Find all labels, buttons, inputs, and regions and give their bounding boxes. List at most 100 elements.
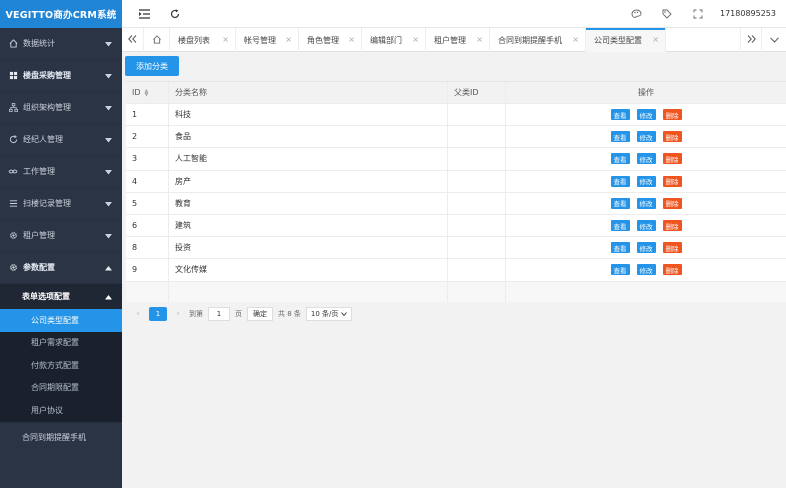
cell-actions: 查看 修改 删除: [506, 193, 786, 214]
sidebar-item-label: 租户管理: [23, 231, 55, 240]
edit-button[interactable]: 修改: [636, 109, 656, 121]
table-row: 2 食品 查看 修改 删除: [126, 126, 786, 149]
page-current[interactable]: 1: [149, 307, 167, 321]
link-icon: [8, 167, 18, 177]
sidebar-item-scan-records[interactable]: 扫楼记录管理: [0, 188, 122, 220]
sidebar-item-params[interactable]: 参数配置: [0, 252, 122, 284]
delete-button[interactable]: 删除: [662, 242, 682, 254]
sort-icon[interactable]: ▲ ▼: [145, 88, 149, 97]
chevron-up-icon: [105, 264, 112, 273]
sidebar-item-tenants[interactable]: 租户管理: [0, 220, 122, 252]
view-button[interactable]: 查看: [610, 264, 630, 276]
view-button[interactable]: 查看: [610, 131, 630, 143]
chevron-down-icon: [105, 72, 112, 81]
chevron-down-icon: [105, 40, 112, 49]
delete-button[interactable]: 删除: [662, 264, 682, 276]
user-account[interactable]: 17180895253: [720, 9, 776, 18]
sidebar-item-property-purchase[interactable]: 楼盘采购管理: [0, 60, 122, 92]
theme-icon[interactable]: [630, 8, 642, 20]
next-page-button[interactable]: ›: [172, 307, 184, 321]
sidebar-item-contract-reminder[interactable]: 合同到期提醒手机: [0, 421, 122, 452]
sidebar-subgroup-form-options[interactable]: 表单选项配置: [0, 284, 122, 309]
tab-label: 角色管理: [307, 35, 339, 45]
tab-roles[interactable]: 角色管理 ×: [299, 28, 362, 52]
sidebar-item-agents[interactable]: 经纪人管理: [0, 124, 122, 156]
prev-page-button[interactable]: ‹: [132, 307, 144, 321]
page-number-input[interactable]: 1: [208, 307, 230, 321]
goto-confirm-button[interactable]: 确定: [247, 307, 273, 321]
table-row: 8 投资 查看 修改 删除: [126, 237, 786, 260]
cell-actions: 查看 修改 删除: [506, 171, 786, 192]
close-icon[interactable]: ×: [348, 35, 355, 44]
tab-home[interactable]: [144, 28, 170, 52]
tab-tenants[interactable]: 租户管理 ×: [426, 28, 490, 52]
edit-button[interactable]: 修改: [636, 264, 656, 276]
tab-contract-reminder[interactable]: 合同到期提醒手机 ×: [490, 28, 586, 52]
cell-parent-id: [448, 104, 506, 126]
sidebar-subitem-user-agreement[interactable]: 用户协议: [0, 399, 122, 422]
cell-id: 5: [126, 192, 169, 214]
close-icon[interactable]: ×: [572, 35, 579, 44]
view-button[interactable]: 查看: [610, 109, 630, 121]
edit-button[interactable]: 修改: [636, 197, 656, 209]
view-button[interactable]: 查看: [610, 242, 630, 254]
tab-scroll-left-button[interactable]: [122, 28, 144, 52]
edit-button[interactable]: 修改: [636, 131, 656, 143]
refresh-icon[interactable]: [169, 8, 181, 20]
cell-id: 1: [126, 104, 169, 126]
close-icon[interactable]: ×: [412, 35, 419, 44]
gear-icon: [8, 231, 18, 241]
delete-button[interactable]: 删除: [662, 153, 682, 165]
sidebar-subitem-company-type[interactable]: 公司类型配置: [0, 309, 122, 332]
view-button[interactable]: 查看: [610, 197, 630, 209]
sidebar-item-org[interactable]: 组织架构管理: [0, 92, 122, 124]
edit-button[interactable]: 修改: [636, 220, 656, 232]
column-header-id[interactable]: ID ▲ ▼: [126, 82, 169, 103]
sidebar-subitem-tenant-demand[interactable]: 租户需求配置: [0, 331, 122, 354]
cell-name: 教育: [169, 192, 448, 214]
close-icon[interactable]: ×: [285, 35, 292, 44]
sidebar-item-work[interactable]: 工作管理: [0, 156, 122, 188]
close-icon[interactable]: ×: [476, 35, 483, 44]
fullscreen-icon[interactable]: [692, 8, 704, 20]
sitemap-icon: [8, 103, 18, 113]
add-category-button[interactable]: 添加分类: [125, 56, 179, 76]
sidebar-subitem-payment[interactable]: 付款方式配置: [0, 354, 122, 377]
close-icon[interactable]: ×: [652, 35, 659, 44]
table-row: 3 人工智能 查看 修改 删除: [126, 148, 786, 171]
tab-company-type[interactable]: 公司类型配置 ×: [586, 28, 666, 52]
gear-icon: [8, 263, 18, 273]
page-size-value: 10 条/页: [310, 310, 339, 318]
delete-button[interactable]: 删除: [662, 175, 682, 187]
page-size-select[interactable]: 10 条/页: [305, 307, 353, 321]
edit-button[interactable]: 修改: [636, 153, 656, 165]
view-button[interactable]: 查看: [610, 153, 630, 165]
cell-name: 房产: [169, 170, 448, 192]
close-icon[interactable]: ×: [222, 35, 229, 44]
tab-accounts[interactable]: 帐号管理 ×: [236, 28, 299, 52]
delete-button[interactable]: 删除: [662, 197, 682, 209]
sidebar-subitem-contract-term[interactable]: 合同期限配置: [0, 376, 122, 399]
sidebar-item-label: 工作管理: [23, 167, 55, 176]
cell-actions: 查看 修改 删除: [506, 104, 786, 125]
total-count: 共 8 条: [278, 310, 301, 318]
edit-button[interactable]: 修改: [636, 242, 656, 254]
menu-toggle-icon[interactable]: [138, 8, 150, 20]
delete-button[interactable]: 删除: [662, 220, 682, 232]
tab-menu-button[interactable]: [762, 28, 786, 52]
view-button[interactable]: 查看: [610, 175, 630, 187]
cell-parent-id: [448, 148, 506, 170]
sidebar-item-label: 楼盘采购管理: [23, 71, 71, 80]
chevron-down-icon: [105, 200, 112, 209]
column-header-name: 分类名称: [169, 82, 448, 103]
tab-scroll-right-button[interactable]: [740, 28, 762, 52]
view-button[interactable]: 查看: [610, 220, 630, 232]
tab-property-list[interactable]: 楼盘列表 ×: [170, 28, 236, 52]
tab-edit-dept[interactable]: 编辑部门 ×: [362, 28, 426, 52]
edit-button[interactable]: 修改: [636, 175, 656, 187]
cell-id: 4: [126, 170, 169, 192]
tag-icon[interactable]: [661, 8, 673, 20]
delete-button[interactable]: 删除: [662, 109, 682, 121]
delete-button[interactable]: 删除: [662, 131, 682, 143]
sidebar-item-stats[interactable]: 数据统计: [0, 28, 122, 60]
